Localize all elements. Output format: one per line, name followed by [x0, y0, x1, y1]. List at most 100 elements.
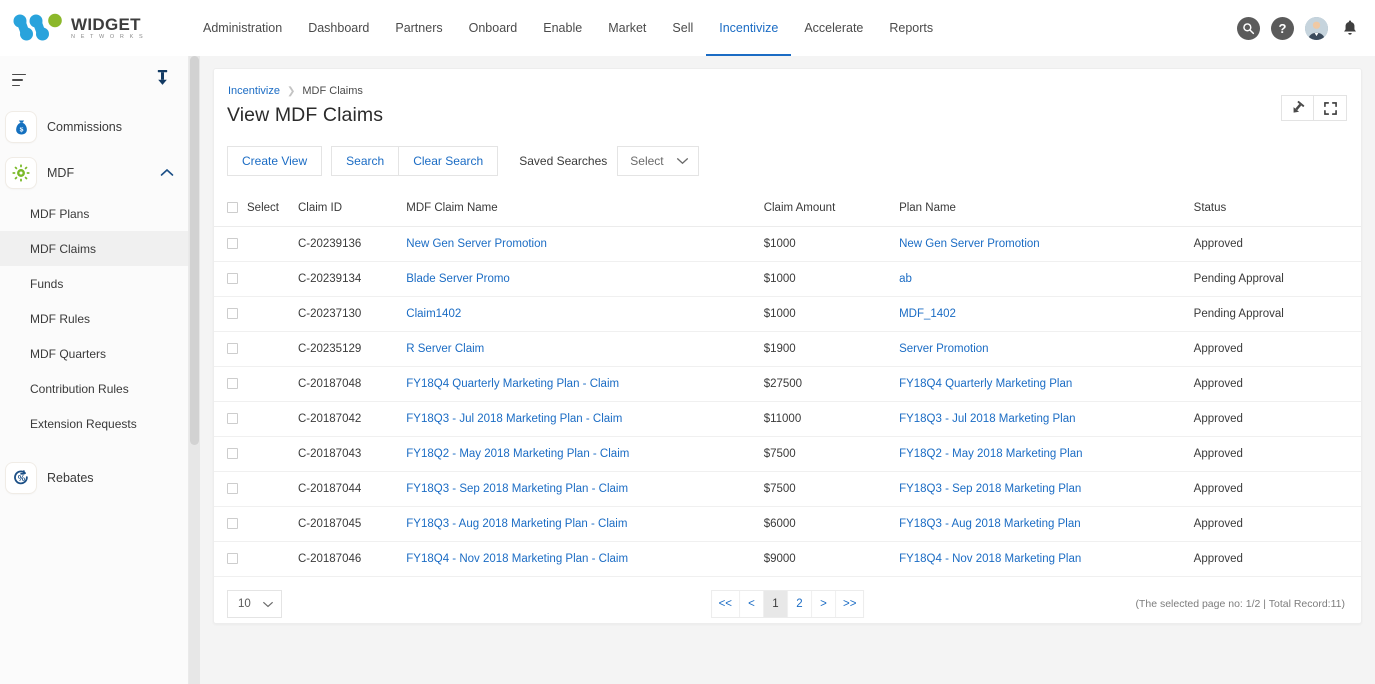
plan-name-link[interactable]: ab	[899, 273, 912, 285]
cell-status: Pending Approval	[1187, 296, 1361, 332]
search-button[interactable]: Search	[331, 146, 400, 176]
nav-item-onboard[interactable]: Onboard	[456, 0, 531, 56]
row-checkbox[interactable]	[227, 483, 238, 495]
page-body: $ Commissions MDF MDF Plans MDF Claims F…	[0, 56, 1375, 684]
row-checkbox[interactable]	[227, 413, 238, 425]
pagination-page-2[interactable]: 2	[787, 591, 811, 617]
column-header-claim-id: Claim ID	[291, 193, 401, 227]
table-footer: 10 << < 1 2 > >> (The selected page no: …	[214, 577, 1361, 618]
sidebar-scrollbar[interactable]	[189, 56, 200, 684]
row-checkbox[interactable]	[227, 343, 238, 355]
claim-name-link[interactable]: FY18Q3 - Jul 2018 Marketing Plan - Claim	[406, 413, 622, 425]
pagination-next-button[interactable]: >	[811, 591, 835, 617]
sidebar-item-mdf-quarters[interactable]: MDF Quarters	[0, 336, 188, 371]
brand-subtitle: N E T W O R K S	[71, 33, 145, 40]
cell-plan-name: MDF_1402	[893, 296, 1188, 332]
help-icon[interactable]: ?	[1271, 16, 1294, 40]
column-header-claim-amount: Claim Amount	[757, 193, 894, 227]
claim-name-link[interactable]: Claim1402	[406, 308, 461, 320]
avatar[interactable]	[1305, 16, 1328, 40]
column-header-plan-name: Plan Name	[893, 193, 1188, 227]
row-select-cell	[214, 541, 292, 577]
sidebar-item-mdf-rules[interactable]: MDF Rules	[0, 301, 188, 336]
breadcrumb-separator-icon: ❯	[286, 85, 296, 97]
notifications-bell-icon[interactable]	[1339, 16, 1361, 40]
cell-claim-amount: $11000	[757, 401, 894, 437]
nav-item-sell[interactable]: Sell	[659, 0, 706, 56]
pagination-prev-button[interactable]: <	[739, 591, 763, 617]
page-title: View MDF Claims	[227, 104, 384, 126]
mdf-claims-card: Incentivize ❯ MDF Claims View MDF Claims	[213, 68, 1362, 624]
cell-claim-name: FY18Q4 - Nov 2018 Marketing Plan - Claim	[400, 541, 758, 577]
nav-item-dashboard[interactable]: Dashboard	[295, 0, 382, 56]
plan-name-link[interactable]: FY18Q3 - Sep 2018 Marketing Plan	[899, 483, 1081, 495]
claim-name-link[interactable]: R Server Claim	[406, 343, 484, 355]
plan-name-link[interactable]: FY18Q4 Quarterly Marketing Plan	[899, 378, 1072, 390]
breadcrumb-parent[interactable]: Incentivize	[228, 85, 280, 97]
claim-name-link[interactable]: FY18Q4 - Nov 2018 Marketing Plan - Claim	[406, 553, 628, 565]
create-view-button[interactable]: Create View	[227, 146, 323, 176]
plan-name-link[interactable]: FY18Q3 - Jul 2018 Marketing Plan	[899, 413, 1075, 425]
cell-status: Approved	[1187, 401, 1361, 437]
plan-name-link[interactable]: FY18Q4 - Nov 2018 Marketing Plan	[899, 553, 1081, 565]
sidebar-item-mdf[interactable]: MDF	[0, 150, 188, 196]
pin-icon[interactable]	[1281, 95, 1314, 121]
row-checkbox[interactable]	[227, 238, 238, 250]
sidebar-item-label: MDF	[47, 166, 75, 180]
sidebar-item-contribution-rules[interactable]: Contribution Rules	[0, 371, 188, 406]
sidebar-item-commissions[interactable]: $ Commissions	[0, 104, 188, 150]
sidebar-pin-icon[interactable]	[155, 69, 170, 91]
hamburger-icon[interactable]	[8, 70, 30, 91]
nav-item-enable[interactable]: Enable	[530, 0, 595, 56]
nav-item-incentivize[interactable]: Incentivize	[706, 0, 791, 56]
row-select-cell	[214, 401, 292, 437]
row-checkbox[interactable]	[227, 273, 238, 285]
nav-item-partners[interactable]: Partners	[382, 0, 455, 56]
claim-name-link[interactable]: FY18Q2 - May 2018 Marketing Plan - Claim	[406, 448, 629, 460]
saved-searches-select[interactable]: Select	[617, 146, 699, 176]
row-select-cell	[214, 506, 292, 542]
nav-item-reports[interactable]: Reports	[876, 0, 946, 56]
plan-name-link[interactable]: MDF_1402	[899, 308, 956, 320]
fullscreen-icon[interactable]	[1314, 95, 1347, 121]
row-checkbox[interactable]	[227, 308, 238, 320]
select-all-checkbox[interactable]	[227, 202, 238, 214]
row-select-cell	[214, 331, 292, 367]
row-checkbox[interactable]	[227, 518, 238, 530]
chevron-up-icon[interactable]	[160, 164, 174, 182]
sidebar-item-funds[interactable]: Funds	[0, 266, 188, 301]
pagination-first-button[interactable]: <<	[712, 591, 739, 617]
sidebar-item-mdf-claims[interactable]: MDF Claims	[0, 231, 188, 266]
sidebar-item-extension-requests[interactable]: Extension Requests	[0, 406, 188, 441]
cell-claim-amount: $27500	[757, 366, 894, 402]
row-checkbox[interactable]	[227, 553, 238, 565]
plan-name-link[interactable]: FY18Q3 - Aug 2018 Marketing Plan	[899, 518, 1081, 530]
claim-name-link[interactable]: FY18Q3 - Aug 2018 Marketing Plan - Claim	[406, 518, 627, 530]
pagination-page-1[interactable]: 1	[763, 591, 787, 617]
pagination-last-button[interactable]: >>	[835, 591, 863, 617]
row-checkbox[interactable]	[227, 378, 238, 390]
plan-name-link[interactable]: Server Promotion	[899, 343, 988, 355]
page-size-select[interactable]: 10	[227, 590, 282, 618]
nav-item-administration[interactable]: Administration	[190, 0, 295, 56]
claim-name-link[interactable]: FY18Q4 Quarterly Marketing Plan - Claim	[406, 378, 619, 390]
plan-name-link[interactable]: FY18Q2 - May 2018 Marketing Plan	[899, 448, 1082, 460]
row-checkbox[interactable]	[227, 448, 238, 460]
cell-status: Approved	[1187, 506, 1361, 542]
brand-logo[interactable]: WIDGET N E T W O R K S	[12, 12, 162, 44]
nav-item-market[interactable]: Market	[595, 0, 659, 56]
search-icon[interactable]	[1237, 16, 1260, 40]
cell-claim-name: FY18Q2 - May 2018 Marketing Plan - Claim	[400, 436, 758, 472]
sidebar-item-rebates[interactable]: % Rebates	[0, 455, 188, 501]
nav-item-accelerate[interactable]: Accelerate	[791, 0, 876, 56]
mdf-claims-table: Select Claim ID MDF Claim Name Claim Amo…	[214, 193, 1361, 577]
claim-name-link[interactable]: Blade Server Promo	[406, 273, 510, 285]
plan-name-link[interactable]: New Gen Server Promotion	[899, 238, 1040, 250]
top-bar: WIDGET N E T W O R K S Administration Da…	[0, 0, 1375, 56]
claim-name-link[interactable]: New Gen Server Promotion	[406, 238, 547, 250]
sidebar-subitem-label: MDF Claims	[30, 241, 96, 256]
cell-plan-name: ab	[893, 261, 1188, 297]
sidebar-item-mdf-plans[interactable]: MDF Plans	[0, 196, 188, 231]
clear-search-button[interactable]: Clear Search	[399, 146, 499, 176]
claim-name-link[interactable]: FY18Q3 - Sep 2018 Marketing Plan - Claim	[406, 483, 628, 495]
